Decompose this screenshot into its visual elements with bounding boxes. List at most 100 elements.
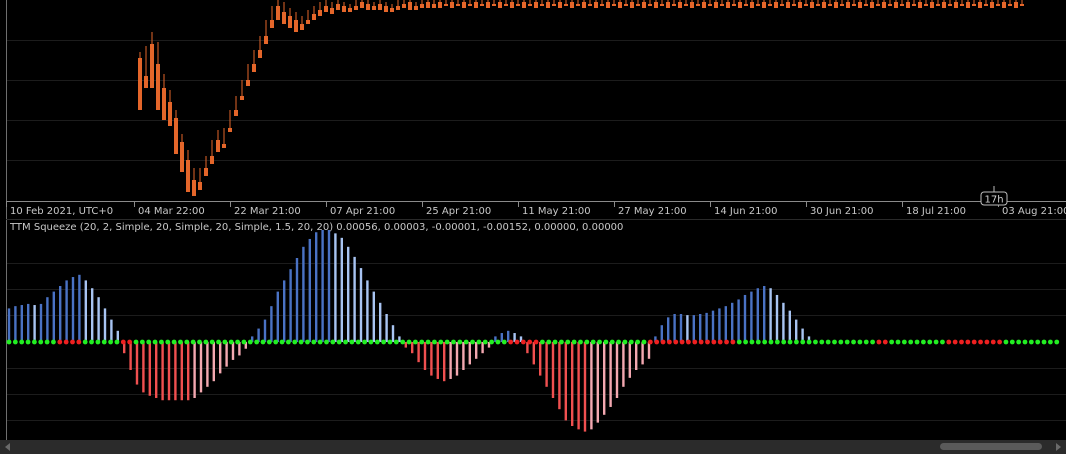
candle-body — [156, 64, 160, 110]
squeeze-dot — [717, 339, 723, 345]
squeeze-dot — [444, 339, 450, 345]
squeeze-dot — [997, 339, 1002, 345]
candle-body — [498, 2, 502, 8]
candle-body — [444, 4, 448, 6]
squeeze-dot — [647, 339, 653, 345]
squeeze-dot — [95, 339, 101, 345]
scrollbar-thumb[interactable] — [940, 443, 1042, 450]
candle-body — [384, 6, 388, 12]
time-axis-label: 03 Aug 21:00 — [1002, 206, 1066, 217]
candle-body — [828, 4, 832, 6]
candle-body — [216, 140, 220, 152]
histogram-bar — [379, 302, 382, 342]
squeeze-dot — [508, 339, 514, 345]
squeeze-dot — [190, 339, 196, 345]
candle-body — [198, 182, 202, 190]
candle-body — [174, 118, 178, 154]
candle-body — [654, 2, 658, 8]
squeeze-dot — [673, 339, 679, 345]
histogram-bar — [571, 342, 574, 426]
squeeze-dot — [355, 339, 361, 345]
squeeze-dot — [44, 339, 50, 345]
squeeze-dot — [51, 339, 56, 345]
squeeze-dot — [393, 339, 399, 345]
squeeze-dot — [622, 339, 628, 345]
candle-body — [588, 4, 592, 6]
candle-body — [552, 4, 556, 6]
histogram-bar — [129, 342, 132, 370]
candle-body — [510, 2, 514, 8]
histogram-bar — [692, 315, 695, 342]
candle-body — [366, 4, 370, 10]
candle-body — [750, 2, 754, 8]
histogram-bar — [46, 297, 49, 342]
candle-body — [930, 2, 934, 8]
candle-body — [618, 2, 622, 8]
histogram-bar — [308, 238, 311, 342]
candle-body — [534, 2, 538, 8]
squeeze-dot — [800, 339, 806, 345]
squeeze-dot — [133, 339, 139, 345]
candle-body — [486, 2, 490, 8]
candle-body — [906, 2, 910, 8]
candle-body — [474, 2, 478, 8]
histogram-bar — [353, 256, 356, 342]
squeeze-dot — [546, 339, 552, 345]
scrollbar-track[interactable] — [0, 440, 1066, 454]
histogram-bar — [609, 342, 612, 407]
histogram-bar — [795, 319, 798, 342]
candle-body — [390, 8, 394, 12]
squeeze-dot — [482, 339, 488, 345]
squeeze-dot — [463, 339, 469, 345]
squeeze-dot — [57, 339, 63, 345]
squeeze-dot — [927, 339, 933, 345]
candle-body — [522, 2, 526, 8]
candle-body — [810, 2, 814, 8]
histogram-bar — [443, 342, 446, 382]
squeeze-dot — [851, 339, 856, 345]
candle-body — [780, 4, 784, 6]
squeeze-dot — [984, 339, 990, 345]
squeeze-dot — [635, 339, 641, 345]
squeeze-dot — [400, 339, 406, 345]
histogram-bar — [545, 342, 548, 387]
candle-body — [162, 88, 166, 120]
squeeze-dot — [533, 339, 539, 345]
histogram-bar — [103, 308, 107, 342]
candle-body — [942, 2, 946, 8]
histogram-bar — [449, 342, 452, 379]
squeeze-dot — [89, 339, 94, 345]
squeeze-dot — [921, 339, 926, 345]
squeeze-dot — [889, 339, 895, 345]
squeeze-dot — [368, 339, 374, 345]
squeeze-dot — [489, 339, 494, 345]
candle-body — [660, 4, 664, 6]
histogram-bar — [295, 258, 299, 342]
candle-body — [834, 2, 838, 8]
squeeze-dot — [349, 339, 355, 345]
squeeze-dot — [787, 339, 793, 345]
squeeze-dot — [114, 339, 120, 345]
histogram-bar — [417, 342, 420, 363]
squeeze-dot — [203, 339, 209, 345]
candle-body — [540, 4, 544, 6]
candle-body — [918, 2, 922, 8]
squeeze-dot — [597, 339, 602, 345]
squeeze-dot — [711, 339, 717, 345]
squeeze-dot — [501, 339, 507, 345]
squeeze-dot — [990, 339, 996, 345]
candle-body — [822, 2, 826, 8]
candle-body — [984, 4, 988, 6]
candle-body — [600, 4, 604, 6]
squeeze-dot — [1028, 339, 1034, 345]
histogram-bar — [65, 280, 68, 342]
candle-body — [582, 2, 586, 8]
candle-body — [954, 2, 958, 8]
squeeze-dot — [70, 339, 75, 345]
candle-body — [936, 4, 940, 6]
squeeze-dot — [1054, 339, 1060, 345]
histogram-bar — [641, 342, 644, 365]
horizontal-scrollbar[interactable] — [0, 440, 1066, 454]
squeeze-dot — [209, 339, 215, 345]
histogram-bar — [718, 308, 721, 342]
